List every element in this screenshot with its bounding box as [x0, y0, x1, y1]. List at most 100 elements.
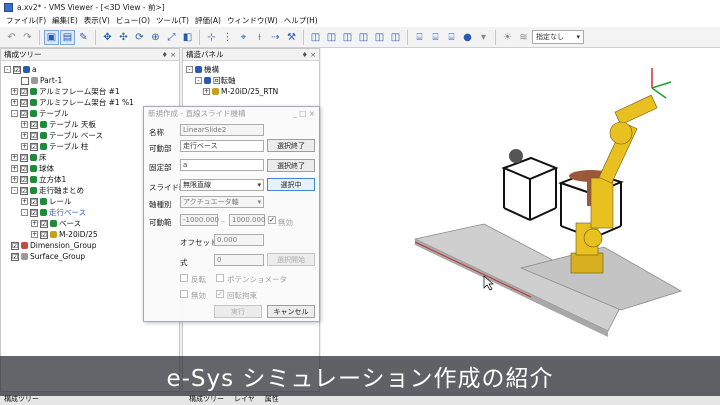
offset-field[interactable]: 0.000: [214, 234, 264, 246]
select-mode-icon[interactable]: ▣: [44, 29, 59, 45]
visibility-checkbox[interactable]: ☑: [30, 142, 38, 151]
tree-item-surface-group[interactable]: ☑ Surface_Group: [11, 251, 85, 262]
snap-icon[interactable]: ⌖: [236, 30, 251, 45]
range-max-field[interactable]: 1000.000: [229, 214, 265, 226]
menu-window[interactable]: ウィンドウ(W): [227, 15, 278, 26]
view-back-icon[interactable]: ◫: [324, 30, 339, 45]
visibility-checkbox[interactable]: ☑: [11, 241, 19, 250]
move-icon[interactable]: ✣: [116, 30, 131, 45]
cube-icon[interactable]: ◧: [180, 30, 195, 45]
menu-tools[interactable]: ツール(T): [156, 15, 189, 26]
expand-icon[interactable]: +: [21, 121, 28, 128]
expand-icon[interactable]: +: [31, 220, 38, 227]
visibility-checkbox[interactable]: ☑: [20, 87, 28, 96]
slide-axis-select-button[interactable]: 選択中: [267, 178, 315, 191]
visibility-checkbox[interactable]: ☑: [20, 175, 28, 184]
view-right-icon[interactable]: ◫: [356, 30, 371, 45]
sphere-icon[interactable]: ●: [460, 30, 475, 45]
visibility-checkbox[interactable]: ☑: [30, 120, 38, 129]
range-min-field[interactable]: -1000.000: [180, 214, 219, 226]
cylinder-solid-icon[interactable]: ⌸: [444, 30, 459, 45]
view-front-icon[interactable]: ◫: [308, 30, 323, 45]
visibility-checkbox[interactable]: ☑: [30, 208, 38, 217]
tree-item-cube[interactable]: + ☑ 立方体1: [11, 174, 66, 185]
light-icon[interactable]: ☀: [500, 30, 515, 45]
visibility-checkbox[interactable]: [21, 76, 29, 85]
visibility-checkbox[interactable]: ☑: [13, 65, 21, 74]
name-field[interactable]: LinearSlide2: [180, 124, 264, 136]
visibility-checkbox[interactable]: ☑: [20, 164, 28, 173]
tree-item-table[interactable]: - ☑ テーブル: [11, 108, 69, 119]
measure-icon[interactable]: ⟊: [252, 30, 267, 45]
tree-item-robot[interactable]: + ☑ M-20iD/25: [31, 229, 98, 240]
cylinder-shaded-icon[interactable]: ⌸: [428, 30, 443, 45]
expand-icon[interactable]: +: [11, 154, 18, 161]
expand-icon[interactable]: +: [11, 176, 18, 183]
redo-icon[interactable]: ↷: [20, 30, 35, 45]
grid-icon[interactable]: ⋮: [220, 30, 235, 45]
tree-item-table-top[interactable]: + ☑ テーブル 天板: [21, 119, 96, 130]
pan-icon[interactable]: ✥: [100, 30, 115, 45]
fixed-select-button[interactable]: 選択終了: [267, 159, 315, 172]
expand-icon[interactable]: +: [11, 99, 18, 106]
visibility-checkbox[interactable]: ☑: [20, 98, 28, 107]
tree-item-base[interactable]: + ☑ ベース: [31, 218, 81, 229]
tree-item-frame1[interactable]: + ☑ アルミフレーム架台 #1: [11, 86, 120, 97]
tree-item-root[interactable]: - ☑ a: [4, 64, 37, 75]
menu-evaluate[interactable]: 評価(A): [195, 15, 221, 26]
tree-item-frame2[interactable]: + ☑ アルミフレーム架台 #1 %1: [11, 97, 134, 108]
visibility-checkbox[interactable]: ☑: [11, 252, 19, 261]
expand-icon[interactable]: +: [31, 231, 38, 238]
rotate-icon[interactable]: ⟳: [132, 30, 147, 45]
undo-icon[interactable]: ↶: [4, 30, 19, 45]
expand-icon[interactable]: +: [11, 165, 18, 172]
tree-item-floor[interactable]: + ☑ 床: [11, 152, 47, 163]
menu-view[interactable]: 表示(V): [84, 15, 110, 26]
visibility-checkbox[interactable]: ☑: [40, 230, 48, 239]
tree-item-sphere[interactable]: + ☑ 球体: [11, 163, 54, 174]
visibility-checkbox[interactable]: ☑: [20, 153, 28, 162]
disable-checkbox[interactable]: [180, 290, 188, 298]
tree-item-travel-group[interactable]: - ☑ 走行軸まとめ: [11, 185, 84, 196]
formula-field[interactable]: 0: [214, 254, 264, 266]
fixed-field[interactable]: a: [180, 159, 264, 171]
tree-item-table-base[interactable]: + ☑ テーブル ベース: [21, 130, 103, 141]
visibility-checkbox[interactable]: ☑: [20, 186, 28, 195]
collapse-icon[interactable]: -: [195, 77, 202, 84]
tree-item-travel-base[interactable]: - ☑ 走行ベース: [21, 207, 86, 218]
view-left-icon[interactable]: ◫: [340, 30, 355, 45]
axis-type-select[interactable]: アクチュエータ軸 ▾: [180, 196, 264, 208]
expand-icon[interactable]: +: [11, 88, 18, 95]
layers-icon[interactable]: ≋: [516, 30, 531, 45]
execute-button[interactable]: 実行: [214, 305, 262, 318]
struct-item-robot-rtn[interactable]: + M-20iD/25_RTN: [203, 86, 278, 97]
slide-axis-select[interactable]: 無限直線 ▾: [180, 179, 264, 191]
pin-close-icon[interactable]: ♦ ×: [302, 51, 316, 59]
expand-icon[interactable]: +: [203, 88, 210, 95]
menu-edit[interactable]: 編集(E): [52, 15, 78, 26]
reverse-checkbox[interactable]: [180, 274, 188, 282]
collapse-icon[interactable]: -: [21, 209, 28, 216]
struct-item-mechanism[interactable]: - 機構: [186, 64, 219, 75]
visibility-checkbox[interactable]: ☑: [40, 219, 48, 228]
axis-icon[interactable]: ⊹: [204, 30, 219, 45]
collapse-icon[interactable]: -: [186, 66, 193, 73]
dropdown-arrow-icon[interactable]: ▾: [476, 30, 491, 45]
visibility-checkbox[interactable]: ☑: [30, 197, 38, 206]
window-controls-icon[interactable]: _ □ ×: [293, 109, 315, 118]
3d-viewport[interactable]: [321, 48, 720, 360]
select-part-icon[interactable]: ▤: [60, 29, 75, 45]
potentiometer-checkbox[interactable]: [216, 274, 224, 282]
collapse-icon[interactable]: -: [11, 187, 18, 194]
expand-icon[interactable]: +: [21, 143, 28, 150]
expand-icon[interactable]: +: [21, 198, 28, 205]
movable-select-button[interactable]: 選択終了: [267, 139, 315, 152]
collapse-icon[interactable]: -: [11, 110, 18, 117]
menu-help[interactable]: ヘルプ(H): [284, 15, 318, 26]
tree-item-dimension-group[interactable]: ☑ Dimension_Group: [11, 240, 96, 251]
expand-icon[interactable]: +: [21, 132, 28, 139]
movable-field[interactable]: 走行ベース: [180, 140, 264, 152]
struct-item-rotation-axis[interactable]: - 回転軸: [195, 75, 236, 86]
tree-item-table-pillar[interactable]: + ☑ テーブル 柱: [21, 141, 88, 152]
view-top-icon[interactable]: ◫: [372, 30, 387, 45]
